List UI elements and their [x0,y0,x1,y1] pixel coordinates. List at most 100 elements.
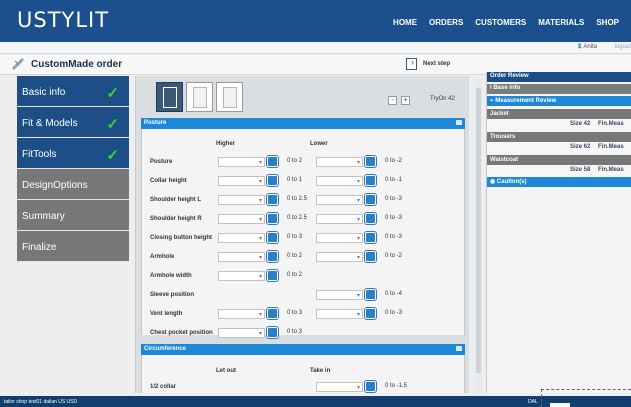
take-in-heading: Take in [310,368,331,374]
lower-select[interactable] [316,195,363,205]
next-step-icon[interactable] [406,57,417,70]
apply-button[interactable] [365,251,376,262]
fin-meas-link[interactable]: Fin.Meas [598,121,624,127]
lower-select[interactable] [316,309,363,319]
nav-shop[interactable]: SHOP [596,18,619,27]
collapse-icon[interactable] [456,120,462,125]
higher-range: 0 to 2.5 [287,196,308,202]
apply-button[interactable] [267,156,278,167]
status-bar: tailor shop test01 dalian US USD DAL [0,396,631,407]
sidebar-item-basic-info[interactable]: Basic info ✓ [17,76,129,107]
section-title: Posture [144,120,167,126]
row-label: Shoulder height R [150,216,202,222]
apply-button[interactable] [365,381,376,392]
jacket-icon [163,87,177,108]
user-label: Anita [583,44,597,50]
waistcoat-view-button[interactable] [216,82,243,112]
sidebar-item-summary[interactable]: Summary [17,200,129,231]
lower-select[interactable] [316,290,363,300]
base-info-header[interactable]: i Base info [487,84,631,94]
cautions-header[interactable]: ◉ Caution(s) [487,177,631,187]
apply-button[interactable] [267,327,278,338]
higher-select[interactable] [218,309,265,319]
size-value: Size 62 [570,144,591,150]
apply-button[interactable] [365,308,376,319]
main-scrollbar[interactable] [475,78,482,393]
zoom-out-button[interactable]: - [388,96,397,105]
table-row: Vent length 0 to 3 0 to -3 [146,304,456,322]
posture-section-header[interactable]: Posture [141,118,465,129]
lower-select[interactable] [316,252,363,262]
nav-orders[interactable]: ORDERS [429,18,463,27]
higher-select[interactable] [218,328,265,338]
higher-select[interactable] [218,252,265,262]
trousers-sizes: Size 62 Fin.Meas [487,142,631,152]
section-label: Base info [493,85,521,91]
sidebar-item-finalize[interactable]: Finalize [17,231,129,262]
higher-select[interactable] [218,233,265,243]
jacket-header: Jacket [487,109,631,119]
order-review-header[interactable]: Order Review [487,72,631,82]
table-row: Chest pocket position 0 to 3 [146,323,456,341]
row-label: Sleeve position [150,292,195,298]
apply-button[interactable] [267,270,278,281]
waistcoat-icon [223,87,237,108]
row-label: Armhole [150,254,175,260]
trousers-view-button[interactable] [186,82,213,112]
apply-button[interactable] [365,213,376,224]
take-in-select[interactable] [316,382,363,392]
logout-link[interactable]: logout [615,44,631,50]
lower-select[interactable] [316,157,363,167]
lower-select[interactable] [316,176,363,186]
collapse-icon[interactable] [456,346,462,351]
nav-home[interactable]: HOME [393,18,417,27]
row-label: Armhole width [150,273,192,279]
next-step-button[interactable]: Next step [423,61,450,67]
higher-select[interactable] [218,271,265,281]
higher-select[interactable] [218,176,265,186]
row-label: Posture [150,159,173,165]
nav-materials[interactable]: MATERIALS [538,18,584,27]
apply-button[interactable] [365,194,376,205]
circumference-section-header[interactable]: Circumference [141,344,465,355]
apply-button[interactable] [267,251,278,262]
higher-select[interactable] [218,214,265,224]
lower-range: 0 to -4 [385,291,403,297]
row-label: Closing button height [150,235,212,241]
higher-select[interactable] [218,157,265,167]
lower-range: 0 to -1 [385,177,403,183]
lower-range: 0 to -3 [385,196,403,202]
higher-select[interactable] [218,195,265,205]
nav-customers[interactable]: CUSTOMERS [475,18,526,27]
sidebar-item-fit-models[interactable]: Fit & Models ✓ [17,107,129,138]
measurement-review-header[interactable]: ⌁ Measurement Review [487,96,631,106]
table-row: Posture 0 to 2 0 to -2 [146,152,456,170]
lower-select[interactable] [316,233,363,243]
lower-select[interactable] [316,214,363,224]
apply-button[interactable] [267,213,278,224]
apply-button[interactable] [365,156,376,167]
apply-button[interactable] [365,289,376,300]
apply-button[interactable] [365,232,376,243]
fin-meas-link[interactable]: Fin.Meas [598,144,624,150]
apply-button[interactable] [365,175,376,186]
apply-button[interactable] [267,194,278,205]
app-logo[interactable]: USTYLIT [17,8,109,32]
fin-meas-link[interactable]: Fin.Meas [598,167,624,173]
zoom-in-button[interactable]: + [401,96,410,105]
user-name: $ Anita [578,44,597,50]
scrollbar-thumb[interactable] [476,88,481,373]
apply-button[interactable] [267,308,278,319]
trousers-icon [193,87,207,108]
apply-button[interactable] [267,232,278,243]
jacket-sizes: Size 42 Fin.Meas [487,119,631,129]
apply-button[interactable] [267,175,278,186]
higher-range: 0 to 3 [287,234,303,240]
jacket-view-button[interactable] [156,82,183,112]
sidebar-item-designoptions[interactable]: DesignOptions [17,169,129,200]
sidebar-item-fittools[interactable]: FitTools ✓ [17,138,129,169]
higher-range: 0 to 1 [287,177,303,183]
higher-range: 0 to 2 [287,272,303,278]
table-row: Sleeve position 0 to -4 [146,285,456,303]
top-bar: USTYLIT HOME ORDERS CUSTOMERS MATERIALS … [0,0,631,42]
